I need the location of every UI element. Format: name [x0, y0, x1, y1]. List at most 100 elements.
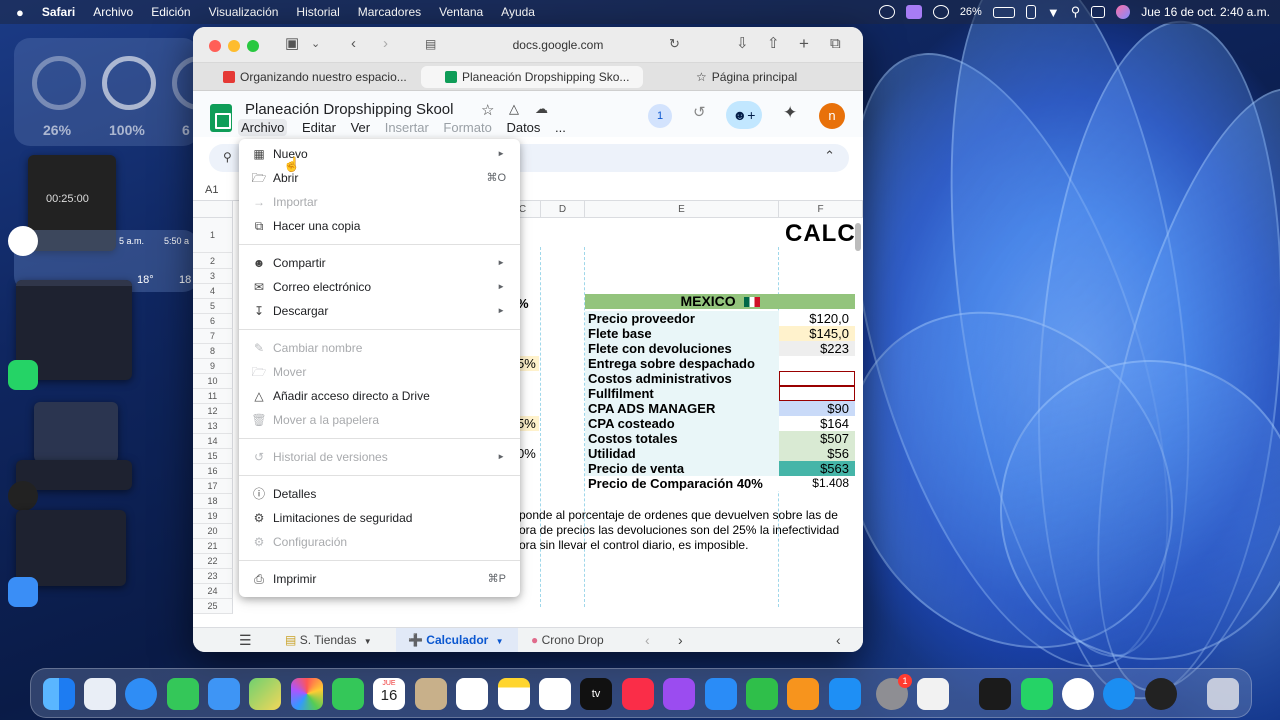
numbers-app-icon[interactable] — [746, 678, 778, 710]
url-field[interactable]: docs.google.com — [423, 35, 693, 55]
system-settings-app-icon[interactable]: 1 — [876, 674, 912, 710]
apple-menu-icon[interactable]: ● — [0, 5, 33, 20]
menu-archivo[interactable]: Archivo — [238, 119, 288, 136]
row-header-5[interactable]: 5 — [193, 299, 233, 314]
column-header-left[interactable] — [193, 201, 233, 218]
podcasts-app-icon[interactable] — [663, 678, 695, 710]
menubar-historial[interactable]: Historial — [287, 5, 348, 19]
tab-overview-icon[interactable]: ⧉ — [830, 36, 841, 52]
menu-item-nuevo[interactable]: ▦ Nuevo ► — [239, 142, 520, 166]
freeform-app-icon[interactable] — [539, 678, 571, 710]
menu-item-imprimir[interactable]: ⎙ Imprimir ⌘P — [239, 567, 520, 591]
menu-item-compartir[interactable]: ☻ Compartir ► — [239, 251, 520, 275]
menu-ver[interactable]: Ver — [351, 120, 371, 135]
tab-planeacion[interactable]: Planeación Dropshipping Sko... — [421, 66, 643, 88]
menu-item-historial[interactable]: ↺ Historial de versiones ► — [239, 445, 520, 469]
back-icon[interactable]: ‹ — [351, 36, 356, 52]
calc-value-row[interactable]: $164 — [779, 416, 855, 431]
menu-item-importar[interactable]: → Importar — [239, 190, 520, 214]
screenshot-window-thumbnail[interactable] — [34, 402, 118, 462]
sheet-tab-dropdown-icon[interactable]: ▼ — [496, 637, 504, 646]
row-header-7[interactable]: 7 — [193, 329, 233, 344]
zoom-window-button[interactable] — [247, 40, 259, 52]
obs-side-icon[interactable] — [8, 481, 38, 511]
row-header-22[interactable]: 22 — [193, 554, 233, 569]
menu-item-acceso-directo[interactable]: △ Añadir acceso directo a Drive — [239, 384, 520, 408]
siri-icon[interactable] — [1116, 5, 1131, 19]
contacts-app-icon[interactable] — [415, 678, 447, 710]
menu-item-mover[interactable]: 🗁 Mover — [239, 360, 520, 384]
tab-pagina-principal[interactable]: ☆ Página principal — [696, 66, 846, 88]
gemini-icon[interactable]: ✦ — [783, 103, 797, 123]
menu-item-configuracion[interactable]: ⚙ Configuración — [239, 530, 520, 554]
row-header-24[interactable]: 24 — [193, 584, 233, 599]
reminders-app-icon[interactable] — [456, 678, 488, 710]
row-header-18[interactable]: 18 — [193, 494, 233, 509]
sheet-tab-calculador[interactable]: ➕ Calculador ▼ — [396, 628, 518, 652]
whatsapp-app-icon[interactable] — [1021, 678, 1053, 710]
row-header-12[interactable]: 12 — [193, 404, 233, 419]
collaborators-count[interactable]: 1 — [648, 104, 672, 128]
finder-side-icon[interactable] — [8, 577, 38, 607]
menubar-app-safari[interactable]: Safari — [33, 5, 84, 19]
menubar-archivo[interactable]: Archivo — [84, 5, 142, 19]
reload-icon[interactable]: ↻ — [669, 36, 680, 52]
row-header-13[interactable]: 13 — [193, 419, 233, 434]
row-header-21[interactable]: 21 — [193, 539, 233, 554]
launchpad-app-icon[interactable] — [84, 678, 116, 710]
row-header-4[interactable]: 4 — [193, 284, 233, 299]
row-header-16[interactable]: 16 — [193, 464, 233, 479]
sheet-tab-dropdown-icon[interactable]: ▼ — [364, 637, 372, 646]
row-header-6[interactable]: 6 — [193, 314, 233, 329]
row-header-9[interactable]: 9 — [193, 359, 233, 374]
menu-item-hacer-copia[interactable]: ⧉ Hacer una copia — [239, 214, 520, 238]
row-header-19[interactable]: 19 — [193, 509, 233, 524]
calendar-app-icon[interactable]: JUE 16 — [373, 678, 405, 710]
row-header-3[interactable]: 3 — [193, 269, 233, 284]
scroll-tabs-left-icon[interactable]: ‹ — [645, 628, 650, 652]
clock-app-icon[interactable] — [1062, 678, 1094, 710]
forward-icon[interactable]: › — [383, 36, 388, 52]
calc-value-row[interactable]: $90 — [779, 401, 855, 416]
messages-app-icon[interactable] — [167, 678, 199, 710]
row-header-15[interactable]: 15 — [193, 449, 233, 464]
menubar-edicion[interactable]: Edición — [142, 5, 199, 19]
share-icon[interactable]: ⇧ — [767, 36, 780, 52]
row-header-10[interactable]: 10 — [193, 374, 233, 389]
status-icon-eye[interactable] — [932, 5, 949, 19]
trash-app-icon[interactable] — [1207, 678, 1239, 710]
menubar-visualizacion[interactable]: Visualización — [200, 5, 288, 19]
row-header-14[interactable]: 14 — [193, 434, 233, 449]
menu-item-limitaciones[interactable]: ⚙ Limitaciones de seguridad — [239, 506, 520, 530]
cloud-status-icon[interactable]: ☁ — [535, 101, 548, 117]
calc-value-row[interactable]: $223 — [779, 341, 855, 356]
sheets-logo-icon[interactable] — [210, 104, 232, 132]
quicktime-app-icon[interactable] — [1103, 678, 1135, 710]
minimize-window-button[interactable] — [228, 40, 240, 52]
finder-app-icon[interactable] — [43, 678, 75, 710]
column-header-e[interactable]: E — [585, 201, 779, 218]
row-header-2[interactable]: 2 — [193, 253, 233, 269]
row-header-1[interactable]: 1 — [193, 218, 233, 253]
share-button[interactable]: ☻+ — [726, 101, 762, 129]
sheet-tab-tiendas[interactable]: ▤ S. Tiendas ▼ — [285, 628, 395, 652]
collapse-chevron-icon[interactable]: ⌃ — [824, 148, 835, 164]
all-sheets-icon[interactable]: ☰ — [239, 628, 252, 652]
menu-item-abrir[interactable]: 🗁 Abrir ⌘O — [239, 166, 520, 190]
mail-app-icon[interactable] — [208, 678, 240, 710]
menu-item-descargar[interactable]: ↧ Descargar ► — [239, 299, 520, 323]
maps-app-icon[interactable] — [249, 678, 281, 710]
menubar-marcadores[interactable]: Marcadores — [349, 5, 430, 19]
menu-editar[interactable]: Editar — [302, 120, 336, 135]
row-header-20[interactable]: 20 — [193, 524, 233, 539]
close-window-button[interactable] — [209, 40, 221, 52]
whatsapp-side-icon[interactable] — [8, 360, 38, 390]
menu-item-cambiar-nombre[interactable]: ✎ Cambiar nombre — [239, 336, 520, 360]
name-box[interactable]: A1 — [205, 184, 218, 196]
photos-app-icon[interactable] — [291, 678, 323, 710]
row-header-23[interactable]: 23 — [193, 569, 233, 584]
sidebar-toggle-icon[interactable]: ▣ — [285, 36, 299, 52]
downloads-icon[interactable]: ⇩ — [736, 36, 749, 52]
row-header-17[interactable]: 17 — [193, 479, 233, 494]
calc-value-row[interactable] — [779, 371, 855, 386]
